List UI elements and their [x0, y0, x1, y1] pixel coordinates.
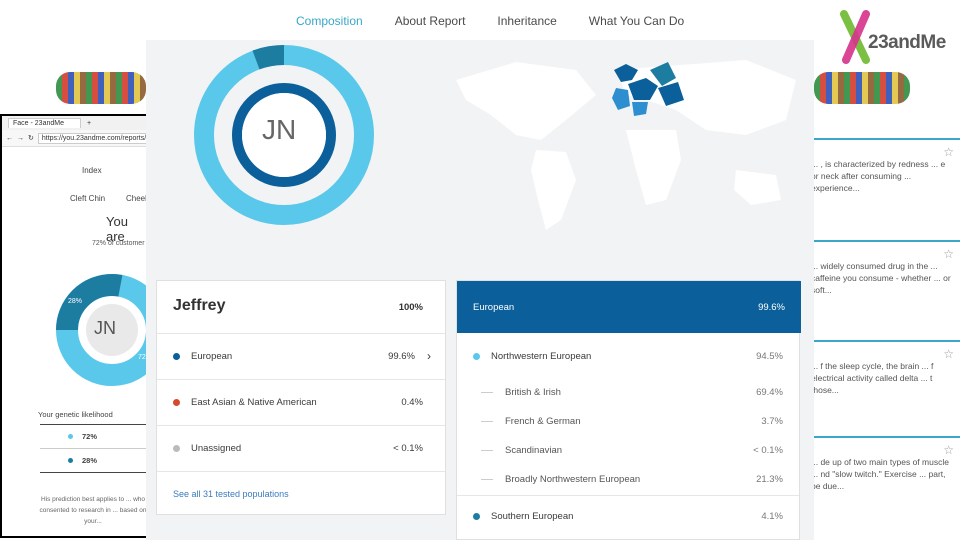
divider — [157, 471, 445, 472]
donut-label-inner: 72 — [138, 354, 146, 361]
population-label: Southern European — [491, 511, 574, 522]
population-dot — [473, 513, 480, 520]
logo-text: 23andMe — [868, 32, 946, 53]
trait-subtext: 72% of customer — [92, 240, 145, 247]
divider — [40, 472, 148, 473]
population-pct: 21.3% — [756, 474, 783, 485]
total-pct: 100% — [398, 302, 423, 313]
reload-icon[interactable]: ↻ — [28, 134, 34, 142]
url-field[interactable]: https://you.23andme.com/reports/traits/ — [37, 132, 148, 144]
browser-tabbar: Face - 23andMe + — [2, 116, 148, 130]
likelihood-pct: 28% — [82, 456, 98, 465]
trait-card-text: ... f the sleep cycle, the brain ... f e… — [811, 361, 934, 395]
tab-inheritance[interactable]: Inheritance — [497, 14, 556, 28]
link-cheek[interactable]: Cheek — [126, 194, 148, 203]
star-icon[interactable]: ☆ — [943, 248, 954, 260]
population-pct: 69.4% — [756, 387, 783, 398]
population-label: Broadly Northwestern European — [505, 474, 641, 485]
trait-card[interactable]: ☆ ... , is characterized by redness ... … — [808, 138, 960, 238]
tree-line — [481, 392, 493, 393]
browser-urlbar: ← → ↻ https://you.23andme.com/reports/tr… — [2, 130, 148, 147]
star-icon[interactable]: ☆ — [943, 444, 954, 456]
chevron-right-icon[interactable]: › — [427, 349, 431, 363]
trait-card-text: ... , is characterized by redness ... e … — [811, 159, 946, 193]
population-dot — [173, 399, 180, 406]
population-label: French & German — [505, 416, 581, 427]
population-label: Northwestern European — [491, 351, 592, 362]
population-label: European — [191, 351, 233, 362]
tree-line — [481, 450, 493, 451]
tab-composition[interactable]: Composition — [296, 14, 363, 28]
dna-strip-right — [814, 72, 910, 104]
tab-what-you-can-do[interactable]: What You Can Do — [589, 14, 684, 28]
likelihood-dot — [68, 458, 73, 463]
ancestry-world-map — [446, 40, 814, 245]
divider — [157, 333, 445, 334]
tab-about-report[interactable]: About Report — [395, 14, 466, 28]
ancestry-summary-card: Jeffrey 100% European 99.6% › East Asian… — [156, 280, 446, 515]
population-pct: 99.6% — [388, 351, 415, 362]
population-pct: 0.4% — [401, 397, 423, 408]
divider — [457, 495, 799, 496]
link-cleft-chin[interactable]: Cleft Chin — [70, 194, 105, 203]
trait-card-text: ... de up of two main types of muscle ..… — [811, 457, 949, 491]
population-label: Scandinavian — [505, 445, 563, 456]
avatar-initials: JN — [262, 114, 297, 145]
tree-line — [481, 479, 493, 480]
divider — [40, 424, 148, 425]
trait-card[interactable]: ☆ ... de up of two main types of muscle … — [808, 436, 960, 532]
european-header-label: European — [473, 302, 515, 313]
population-label: Unassigned — [191, 443, 242, 454]
likelihood-pct: 72% — [82, 432, 98, 441]
population-label: British & Irish — [505, 387, 561, 398]
see-all-populations-link[interactable]: See all 31 tested populations — [173, 489, 289, 499]
european-header-pct: 99.6% — [758, 302, 785, 313]
back-icon[interactable]: ← — [6, 135, 13, 142]
population-dot — [173, 353, 180, 360]
european-breakdown-card: European 99.6% Northwestern European 94.… — [456, 280, 801, 540]
population-pct: < 0.1% — [753, 445, 783, 456]
report-tabs: Composition About Report Inheritance Wha… — [296, 14, 684, 28]
likelihood-dot — [68, 434, 73, 439]
likelihood-title: Your genetic likelihood — [38, 410, 113, 419]
population-pct: 3.7% — [761, 416, 783, 427]
divider — [157, 379, 445, 380]
population-dot — [173, 445, 180, 452]
population-dot — [473, 353, 480, 360]
tree-line — [481, 421, 493, 422]
ancestry-composition-panel: JN Jeffrey 100% European 99.6% › East As… — [146, 40, 814, 540]
population-label: East Asian & Native American — [191, 397, 317, 408]
person-name: Jeffrey — [173, 297, 226, 314]
trait-card-text: ... widely consumed drug in the ... caff… — [811, 261, 951, 295]
trait-card[interactable]: ☆ ... f the sleep cycle, the brain ... f… — [808, 340, 960, 435]
population-pct: < 0.1% — [393, 443, 423, 454]
star-icon[interactable]: ☆ — [943, 348, 954, 360]
divider — [40, 448, 148, 449]
population-pct: 94.5% — [756, 351, 783, 362]
star-icon[interactable]: ☆ — [943, 146, 954, 158]
new-tab-icon[interactable]: + — [87, 120, 91, 127]
divider — [157, 425, 445, 426]
forward-icon[interactable]: → — [17, 135, 24, 142]
trait-footnote: His prediction best applies to ... who c… — [39, 496, 147, 525]
browser-tab[interactable]: Face - 23andMe — [8, 118, 81, 128]
trait-card[interactable]: ☆ ... widely consumed drug in the ... ca… — [808, 240, 960, 330]
donut-label-outer: 28% — [68, 298, 83, 305]
browser-window: Face - 23andMe + ← → ↻ https://you.23and… — [0, 114, 148, 538]
dna-strip-left — [56, 72, 146, 104]
brand-logo: 23andMe — [836, 10, 956, 66]
population-pct: 4.1% — [761, 511, 783, 522]
avatar-initials: JN — [94, 318, 116, 338]
european-header[interactable]: European 99.6% — [457, 281, 801, 333]
browser-nav-index[interactable]: Index — [82, 166, 102, 175]
